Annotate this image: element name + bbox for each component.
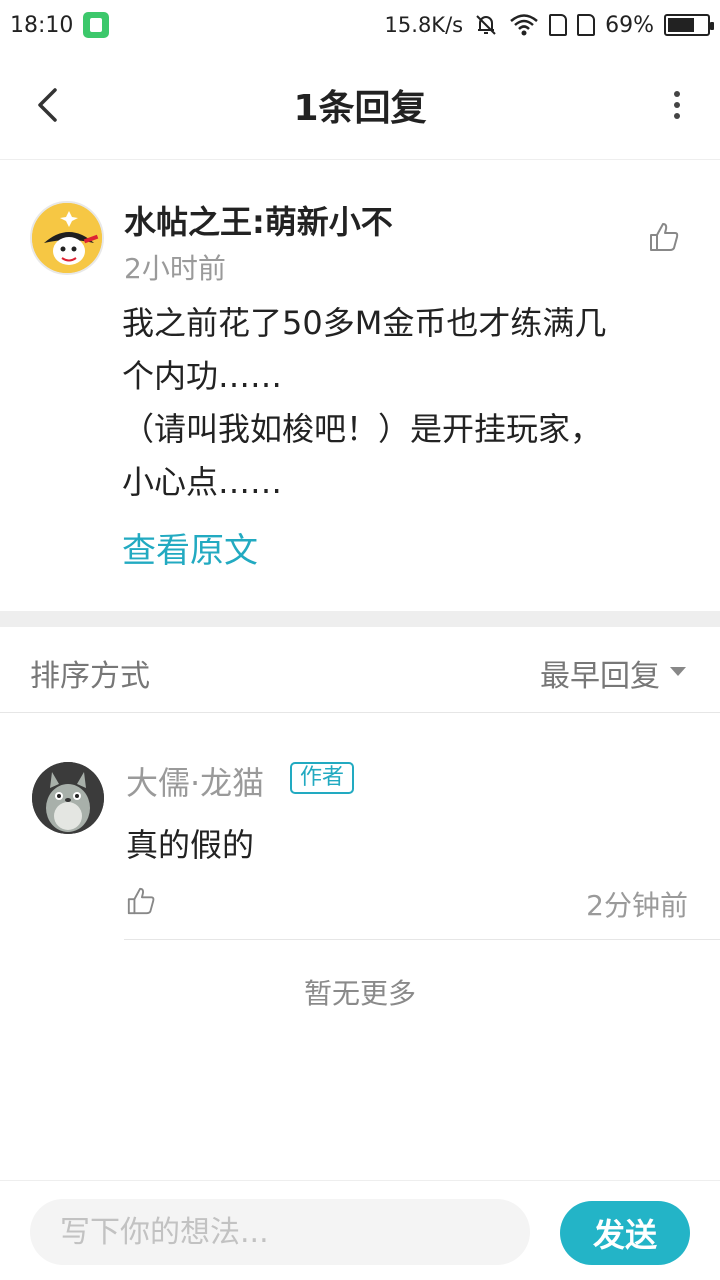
back-button[interactable] <box>22 80 72 130</box>
caret-down-icon[interactable] <box>670 667 686 676</box>
divider <box>124 939 720 940</box>
battery-percent: 69% <box>605 12 654 38</box>
reply-item: 大儒·龙猫 作者 真的假的 2分钟前 <box>0 714 720 940</box>
comment-line: 小心点…… <box>122 463 283 501</box>
bottom-input-bar: 发送 <box>0 1180 720 1280</box>
comment-line: 我之前花了50多M金币也才练满几 <box>122 304 607 342</box>
top-nav-bar: 1条回复 <box>0 50 720 160</box>
original-comment: 水帖之王:萌新小不 2小时前 我之前花了50多M金币也才练满几 个内功…… （请… <box>0 161 720 611</box>
author-badge: 作者 <box>290 762 355 794</box>
comment-body: 我之前花了50多M金币也才练满几 个内功…… （请叫我如梭吧！）是开挂玩家， 小… <box>122 297 682 509</box>
status-time: 18:10 <box>10 12 74 38</box>
thumbs-up-icon <box>127 887 155 915</box>
thumbs-up-icon <box>650 223 679 251</box>
reply-body: 真的假的 <box>126 826 255 864</box>
comment-username[interactable]: 水帖之王:萌新小不 <box>124 197 393 243</box>
more-vertical-icon <box>674 91 680 119</box>
more-options-button[interactable] <box>662 80 692 130</box>
reply-time: 2分钟前 <box>586 889 688 922</box>
sort-dropdown[interactable]: 最早回复 <box>540 651 660 695</box>
comment-time: 2小时前 <box>124 252 226 285</box>
like-button[interactable] <box>126 886 156 916</box>
status-right-group: 15.8K/s 69% <box>384 12 714 38</box>
reply-username[interactable]: 大儒·龙猫 <box>126 758 264 804</box>
chevron-left-icon <box>38 88 57 122</box>
network-speed: 15.8K/s <box>384 13 464 37</box>
avatar[interactable] <box>32 762 104 834</box>
wifi-icon <box>510 14 538 36</box>
comment-line: （请叫我如梭吧！）是开挂玩家， <box>122 410 603 448</box>
sim2-icon <box>577 14 596 36</box>
battery-icon <box>664 14 714 36</box>
mute-bell-icon <box>476 15 496 35</box>
sort-bar: 排序方式 最早回复 <box>0 627 720 713</box>
page-title: 1条回复 <box>293 87 427 129</box>
comment-line: 个内功…… <box>122 357 283 395</box>
sort-label: 排序方式 <box>30 659 150 694</box>
send-button[interactable]: 发送 <box>560 1201 690 1265</box>
app-notification-icon <box>83 12 110 38</box>
section-divider <box>0 611 720 627</box>
view-original-link[interactable]: 查看原文 <box>122 523 258 572</box>
sim1-icon <box>549 14 568 36</box>
avatar[interactable] <box>30 201 104 275</box>
comment-input[interactable] <box>30 1199 530 1265</box>
cartoon-avatar-icon <box>32 203 102 273</box>
like-button[interactable] <box>648 221 680 253</box>
no-more-text: 暂无更多 <box>303 977 416 1010</box>
totoro-avatar-icon <box>32 762 104 834</box>
status-bar: 18:10 15.8K/s 69% <box>0 0 720 50</box>
